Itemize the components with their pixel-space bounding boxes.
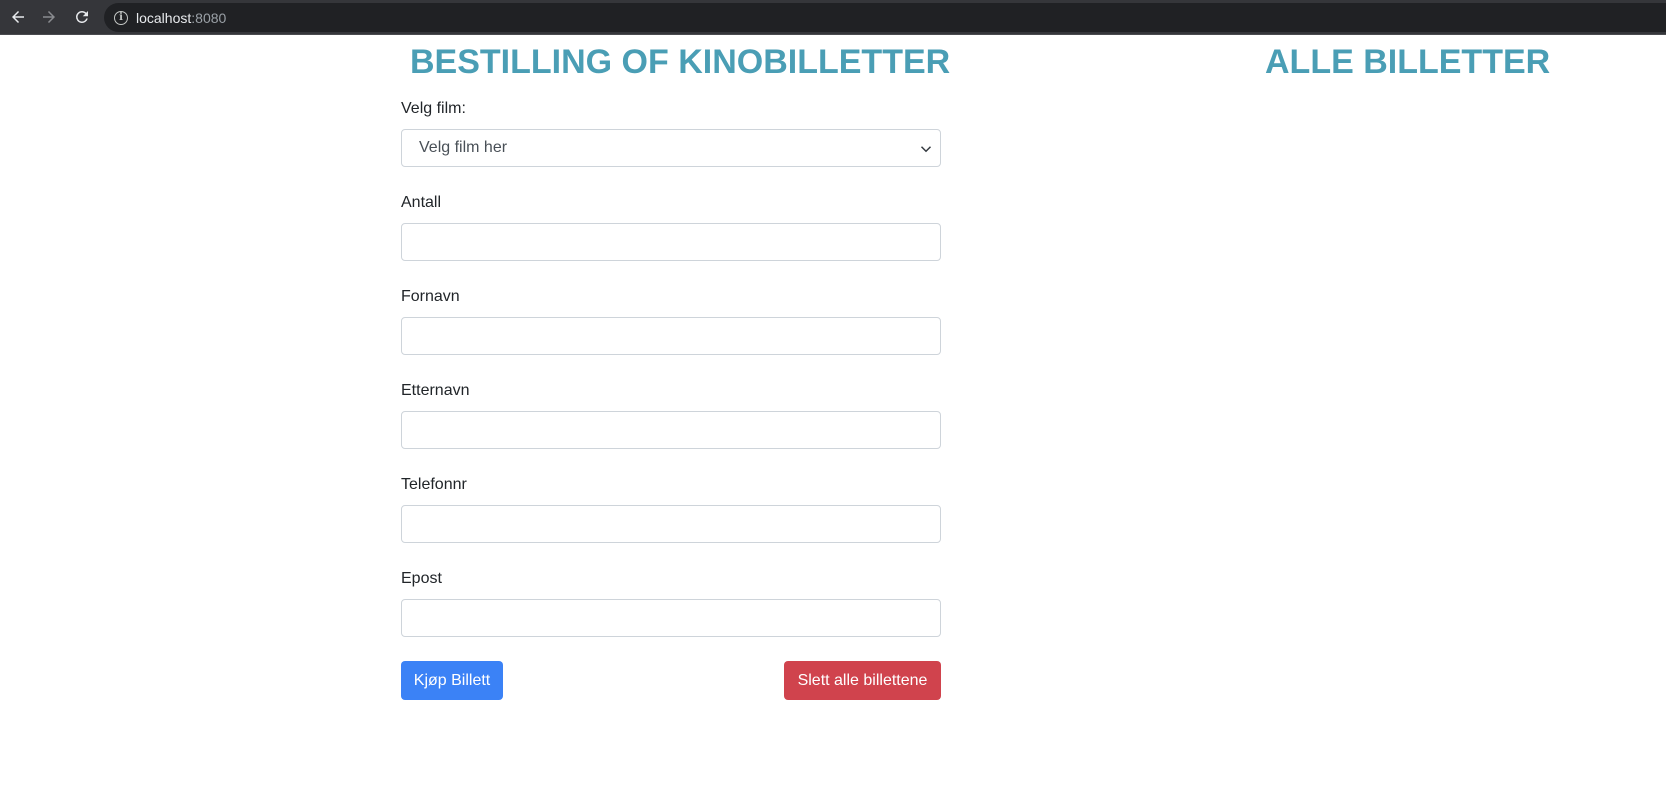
film-label: Velg film:	[401, 100, 466, 117]
antall-label: Antall	[401, 194, 442, 211]
reload-icon[interactable]	[70, 5, 94, 29]
film-select[interactable]: Velg film her	[401, 129, 941, 167]
epost-input[interactable]	[401, 599, 941, 637]
antall-input[interactable]	[401, 223, 941, 261]
chevron-down-icon	[920, 146, 932, 153]
etternavn-label: Etternavn	[401, 382, 470, 399]
back-icon[interactable]	[6, 5, 30, 29]
order-heading: BESTILLING OF KINOBILLETTER	[410, 43, 951, 81]
telefon-input[interactable]	[401, 505, 941, 543]
telefon-label: Telefonnr	[401, 476, 467, 493]
forward-icon[interactable]	[37, 5, 61, 29]
url-port: :8080	[191, 9, 227, 26]
film-select-value: Velg film her	[419, 139, 508, 156]
all-tickets-heading: ALLE BILLETTER	[1265, 43, 1551, 81]
etternavn-input[interactable]	[401, 411, 941, 449]
url-host: localhost	[136, 9, 192, 26]
fornavn-label: Fornavn	[401, 288, 460, 305]
browser-toolbar: i localhost:8080	[0, 0, 1666, 35]
delete-all-tickets-button[interactable]: Slett alle billettene	[784, 661, 941, 700]
site-info-icon[interactable]: i	[114, 10, 128, 25]
fornavn-input[interactable]	[401, 317, 941, 355]
buy-ticket-button[interactable]: Kjøp Billett	[401, 661, 503, 700]
address-bar[interactable]: i localhost:8080	[104, 3, 1666, 32]
epost-label: Epost	[401, 570, 442, 587]
